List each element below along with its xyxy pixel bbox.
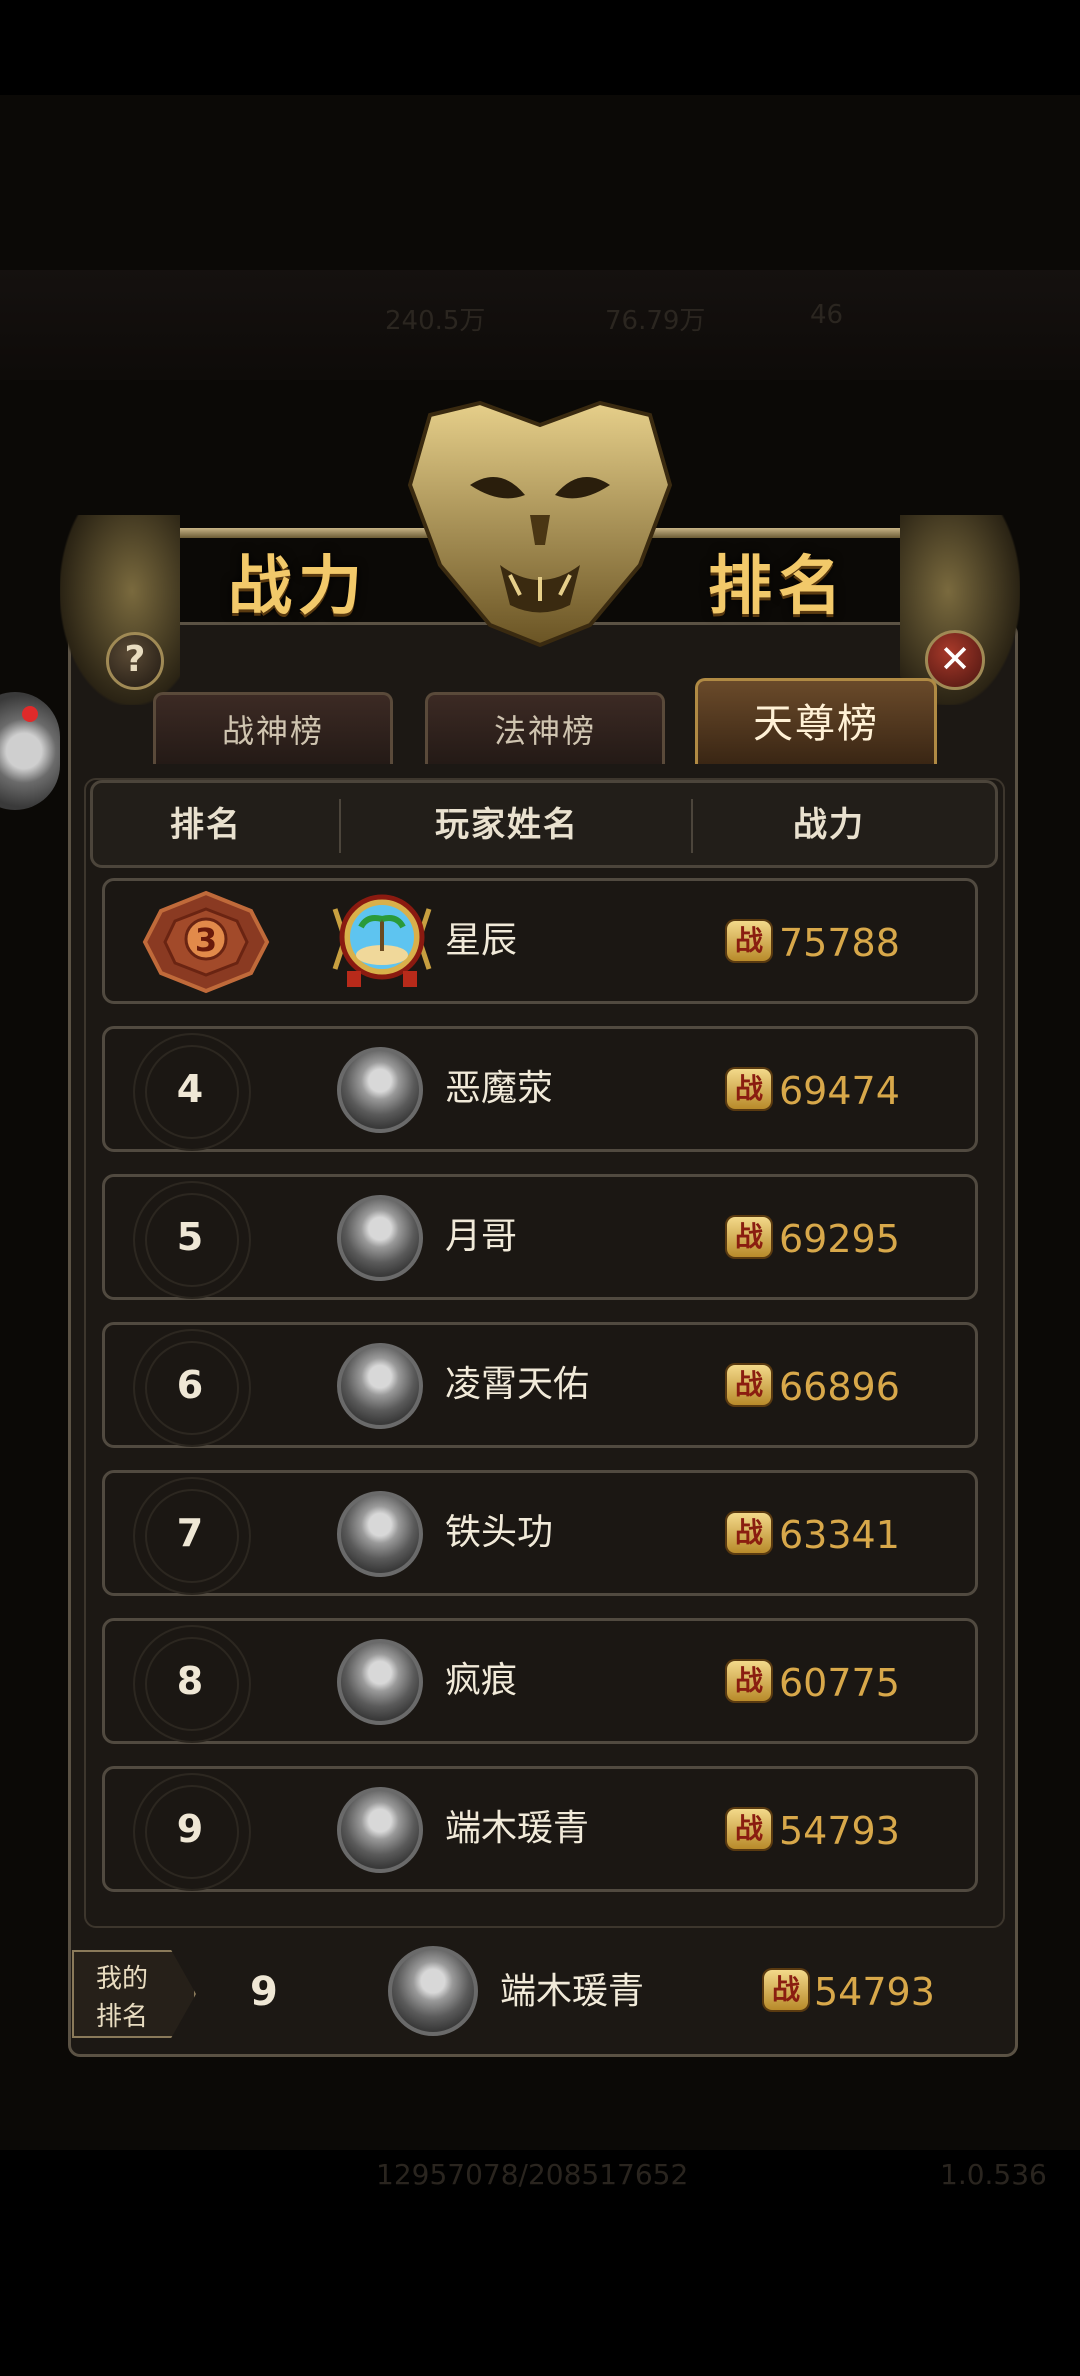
power-value: 63341 <box>779 1513 900 1557</box>
table-row[interactable]: 5 月哥 战 69295 <box>102 1174 978 1300</box>
my-player-name: 端木瑗青 <box>500 1971 645 2012</box>
my-rank-label-line1: 我的 <box>96 1964 149 1994</box>
player-name: 恶魔荥 <box>445 1068 554 1109</box>
rank-number: 8 <box>176 1659 204 1703</box>
avatar <box>337 1195 423 1281</box>
header-divider <box>691 799 693 853</box>
rank-number: 5 <box>176 1215 204 1259</box>
title-right-text: 排名 <box>708 550 848 624</box>
power-icon: 战 <box>727 1661 771 1701</box>
avatar <box>337 1047 423 1133</box>
table-row[interactable]: 6 凌霄天佑 战 66896 <box>102 1322 978 1448</box>
avatar <box>337 1491 423 1577</box>
avatar <box>332 894 432 987</box>
player-name: 星辰 <box>445 920 518 961</box>
table-header: 排名 玩家姓名 战力 <box>90 780 998 868</box>
power-value: 69295 <box>779 1217 900 1261</box>
hud-stat-1: 240.5万 <box>385 306 486 336</box>
hud-stat-2: 76.79万 <box>605 306 706 336</box>
beast-head-emblem-icon <box>407 400 673 648</box>
notification-dot <box>22 706 38 722</box>
power-value: 60775 <box>779 1661 900 1705</box>
tab-tianzun[interactable]: 天尊榜 <box>695 678 937 764</box>
table-row[interactable]: 7 铁头功 战 63341 <box>102 1470 978 1596</box>
power-icon: 战 <box>764 1970 808 2010</box>
header-player-name: 玩家姓名 <box>435 805 579 845</box>
rank-number: 4 <box>176 1067 204 1111</box>
my-rank-number: 9 <box>250 1969 278 2015</box>
header-power: 战力 <box>793 805 865 845</box>
my-rank-label: 我的 排名 <box>72 1950 196 2038</box>
rank-number: 7 <box>176 1511 204 1555</box>
hud-stat-3: 46 <box>810 300 844 330</box>
header-divider <box>339 799 341 853</box>
power-icon: 战 <box>727 921 771 961</box>
power-icon: 战 <box>727 1217 771 1257</box>
rank-number: 9 <box>176 1807 204 1851</box>
hud-footer-numbers: 12957078/208517652 <box>376 2158 689 2191</box>
table-row[interactable]: 9 端木瑗青 战 54793 <box>102 1766 978 1892</box>
power-value: 54793 <box>779 1809 900 1853</box>
my-avatar <box>388 1946 478 2036</box>
table-row[interactable]: 8 疯痕 战 60775 <box>102 1618 978 1744</box>
avatar <box>337 1343 423 1429</box>
tab-zhanshen[interactable]: 战神榜 <box>153 692 393 764</box>
medal-rank-number: 3 <box>195 921 217 959</box>
title-left-text: 战力 <box>228 550 368 624</box>
power-value: 75788 <box>779 921 900 965</box>
hud-version: 1.0.536 <box>940 2158 1047 2191</box>
power-icon: 战 <box>727 1365 771 1405</box>
header-rank: 排名 <box>170 805 242 845</box>
rank-number: 6 <box>176 1363 204 1407</box>
power-icon: 战 <box>727 1809 771 1849</box>
power-value: 66896 <box>779 1365 900 1409</box>
avatar <box>337 1639 423 1725</box>
player-name: 凌霄天佑 <box>445 1364 590 1405</box>
power-icon: 战 <box>727 1069 771 1109</box>
my-power-value: 54793 <box>814 1970 935 2014</box>
table-row[interactable]: 4 恶魔荥 战 69474 <box>102 1026 978 1152</box>
bronze-medal-icon: 3 <box>142 890 270 994</box>
player-name: 铁头功 <box>445 1512 554 1553</box>
player-name: 疯痕 <box>445 1660 518 1701</box>
my-rank-label-line2: 排名 <box>96 2002 149 2032</box>
table-row[interactable]: 3 星辰 战 75788 <box>102 878 978 1004</box>
hud-bar <box>0 270 1080 380</box>
player-name: 月哥 <box>445 1216 518 1257</box>
avatar <box>337 1787 423 1873</box>
player-name: 端木瑗青 <box>445 1808 590 1849</box>
power-icon: 战 <box>727 1513 771 1553</box>
tab-fashen[interactable]: 法神榜 <box>425 692 665 764</box>
power-value: 69474 <box>779 1069 900 1113</box>
help-button[interactable]: ? <box>106 632 164 690</box>
